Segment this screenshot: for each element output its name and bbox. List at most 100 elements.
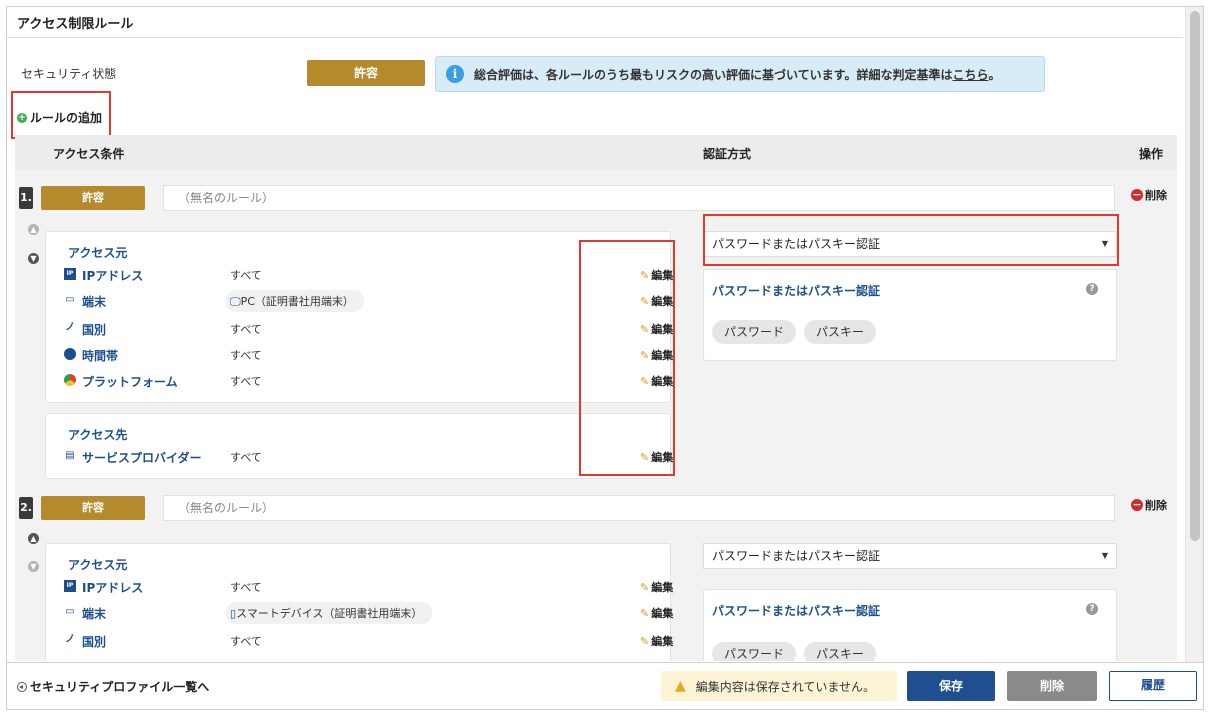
- divider: [7, 37, 1183, 38]
- rule-state-button[interactable]: 許容: [41, 186, 145, 210]
- history-button[interactable]: 履歴: [1109, 671, 1197, 701]
- condition-label: 国別: [82, 635, 107, 649]
- info-icon: i: [446, 65, 464, 83]
- info-banner: i 総合評価は、各ルールのうち最もリスクの高い評価に基づいています。詳細な判定基…: [435, 56, 1045, 92]
- device-icon: ▭: [65, 606, 75, 617]
- condition-row-platform: プラットフォーム すべて ✎ 編集: [60, 370, 673, 390]
- unsaved-warning: ▲ 編集内容は保存されていません。: [661, 671, 897, 701]
- delete-rule-button[interactable]: − 削除: [1131, 497, 1167, 513]
- auth-method-select[interactable]: パスワードまたはパスキー認証 ▼: [703, 543, 1117, 569]
- back-to-profile-list-link[interactable]: セキュリティプロファイル一覧へ: [17, 678, 209, 695]
- move-down-icon[interactable]: ▼: [28, 253, 39, 264]
- condition-value: すべて: [230, 269, 262, 282]
- security-state-badge: 許容: [307, 60, 425, 86]
- delete-rule-button[interactable]: − 削除: [1131, 187, 1167, 203]
- condition-label: サービスプロバイダー: [82, 451, 202, 465]
- condition-value: すべて: [230, 635, 262, 648]
- ip-icon: IP: [64, 268, 76, 280]
- condition-value: すべて: [230, 451, 262, 464]
- move-up-icon[interactable]: ▲: [28, 224, 39, 235]
- condition-value: すべて: [230, 349, 262, 362]
- warning-text: 編集内容は保存されていません。: [695, 679, 876, 694]
- condition-value: すべて: [230, 323, 262, 336]
- rule-name-input[interactable]: （無名のルール）: [163, 495, 1115, 521]
- country-icon: ノ: [65, 322, 75, 333]
- col-auth-method: 認証方式: [703, 147, 752, 161]
- condition-label: 端末: [82, 607, 107, 621]
- move-down-icon[interactable]: ▼: [28, 561, 39, 572]
- criteria-link[interactable]: こちら: [952, 66, 988, 83]
- condition-label: 時間帯: [82, 349, 119, 363]
- help-icon[interactable]: ?: [1086, 603, 1098, 615]
- move-up-icon[interactable]: ▲: [28, 533, 39, 544]
- condition-row-ip: IP IPアドレス すべて ✎ 編集: [60, 576, 673, 596]
- access-source-title: アクセス元: [68, 558, 128, 572]
- highlight-add-rule: [11, 91, 111, 139]
- edit-ip-button[interactable]: ✎ 編集: [640, 579, 673, 595]
- scrollbar-thumb[interactable]: [1190, 11, 1200, 541]
- country-icon: ノ: [65, 634, 75, 645]
- condition-row-device: ▭ 端末 🖵PC（証明書社用端末） ✎ 編集: [60, 290, 673, 312]
- auth-chip-passkey: パスキー: [804, 642, 877, 661]
- rule-2: 2. 許容 （無名のルール） − 削除 ▲ ▼ アクセス元 IP IPアドレス …: [15, 489, 1177, 661]
- condition-label: IPアドレス: [82, 581, 144, 595]
- access-source-title: アクセス元: [68, 246, 128, 260]
- minus-circle-icon: −: [1131, 188, 1143, 201]
- edit-label: 編集: [651, 607, 674, 620]
- auth-chip-password: パスワード: [712, 320, 797, 344]
- access-source-card: アクセス元 IP IPアドレス すべて ✎ 編集 ▭ 端末 🖵PC（証明書社用端末…: [45, 231, 673, 403]
- rule-number: 2.: [19, 497, 33, 519]
- service-provider-icon: ▤: [65, 450, 75, 461]
- pencil-icon: ✎: [640, 607, 650, 620]
- monitor-icon: 🖵: [230, 295, 241, 308]
- auth-detail-card: パスワードまたはパスキー認証 ? パスワード パスキー: [703, 269, 1117, 361]
- edit-country-button[interactable]: ✎ 編集: [640, 633, 673, 649]
- rule-number: 1.: [19, 187, 33, 209]
- pencil-icon: ✎: [640, 581, 650, 594]
- auth-method-value: パスワードまたはパスキー認証: [712, 549, 881, 563]
- condition-row-time: 時間帯 すべて ✎ 編集: [60, 344, 673, 364]
- condition-value-text: PC（証明書社用端末）: [240, 295, 354, 308]
- col-access-condition: アクセス条件: [53, 147, 125, 161]
- rule-name-input[interactable]: （無名のルール）: [163, 185, 1115, 211]
- auth-chip-password: パスワード: [712, 642, 797, 661]
- condition-row-device: ▭ 端末 ▯スマートデバイス（証明書社用端末） ✎ 編集: [60, 602, 673, 624]
- table-header: アクセス条件 認証方式 操作: [15, 135, 1177, 169]
- access-destination-card: アクセス先 ▤ サービスプロバイダー すべて ✎ 編集: [45, 413, 673, 479]
- condition-label: 国別: [82, 323, 107, 337]
- delete-button[interactable]: 削除: [1007, 671, 1097, 701]
- condition-label: IPアドレス: [82, 269, 144, 283]
- condition-value: ▯スマートデバイス（証明書社用端末）: [226, 602, 433, 624]
- auth-chip-passkey: パスキー: [804, 320, 877, 344]
- clock-icon: [64, 348, 76, 360]
- condition-row-service-provider: ▤ サービスプロバイダー すべて ✎ 編集: [60, 446, 673, 466]
- auth-detail-card: パスワードまたはパスキー認証 ? パスワード パスキー: [703, 589, 1117, 661]
- condition-value: すべて: [230, 581, 262, 594]
- condition-label: 端末: [82, 295, 107, 309]
- access-rule-panel: アクセス制限ルール セキュリティ状態 許容 i 総合評価は、各ルールのうち最もリ…: [6, 6, 1204, 710]
- access-destination-title: アクセス先: [68, 428, 128, 442]
- edit-device-button[interactable]: ✎ 編集: [640, 605, 673, 621]
- condition-value: すべて: [230, 375, 262, 388]
- save-button[interactable]: 保存: [907, 671, 995, 701]
- condition-value: 🖵PC（証明書社用端末）: [226, 290, 364, 312]
- ip-icon: IP: [64, 580, 76, 592]
- delete-label: 削除: [1145, 499, 1167, 512]
- highlight-edit-column: [579, 240, 675, 476]
- footer-divider: [7, 662, 1203, 663]
- edit-label: 編集: [651, 581, 674, 594]
- col-action: 操作: [1139, 147, 1164, 161]
- delete-label: 削除: [1145, 189, 1167, 202]
- page-title: アクセス制限ルール: [17, 17, 134, 32]
- access-source-card: アクセス元 IP IPアドレス すべて ✎ 編集 ▭ 端末 ▯スマートデバイス（証…: [45, 543, 673, 661]
- rule-state-button[interactable]: 許容: [41, 496, 145, 520]
- minus-circle-icon: −: [1131, 498, 1143, 511]
- security-state-label: セキュリティ状態: [21, 67, 117, 81]
- chevron-down-icon: ▼: [1101, 551, 1108, 560]
- auth-detail-title: パスワードまたはパスキー認証: [712, 284, 881, 298]
- info-suffix: 。: [988, 67, 1001, 82]
- help-icon[interactable]: ?: [1086, 283, 1098, 295]
- warning-icon: ▲: [675, 678, 686, 694]
- vertical-scrollbar[interactable]: [1185, 7, 1203, 662]
- condition-label: プラットフォーム: [82, 375, 178, 389]
